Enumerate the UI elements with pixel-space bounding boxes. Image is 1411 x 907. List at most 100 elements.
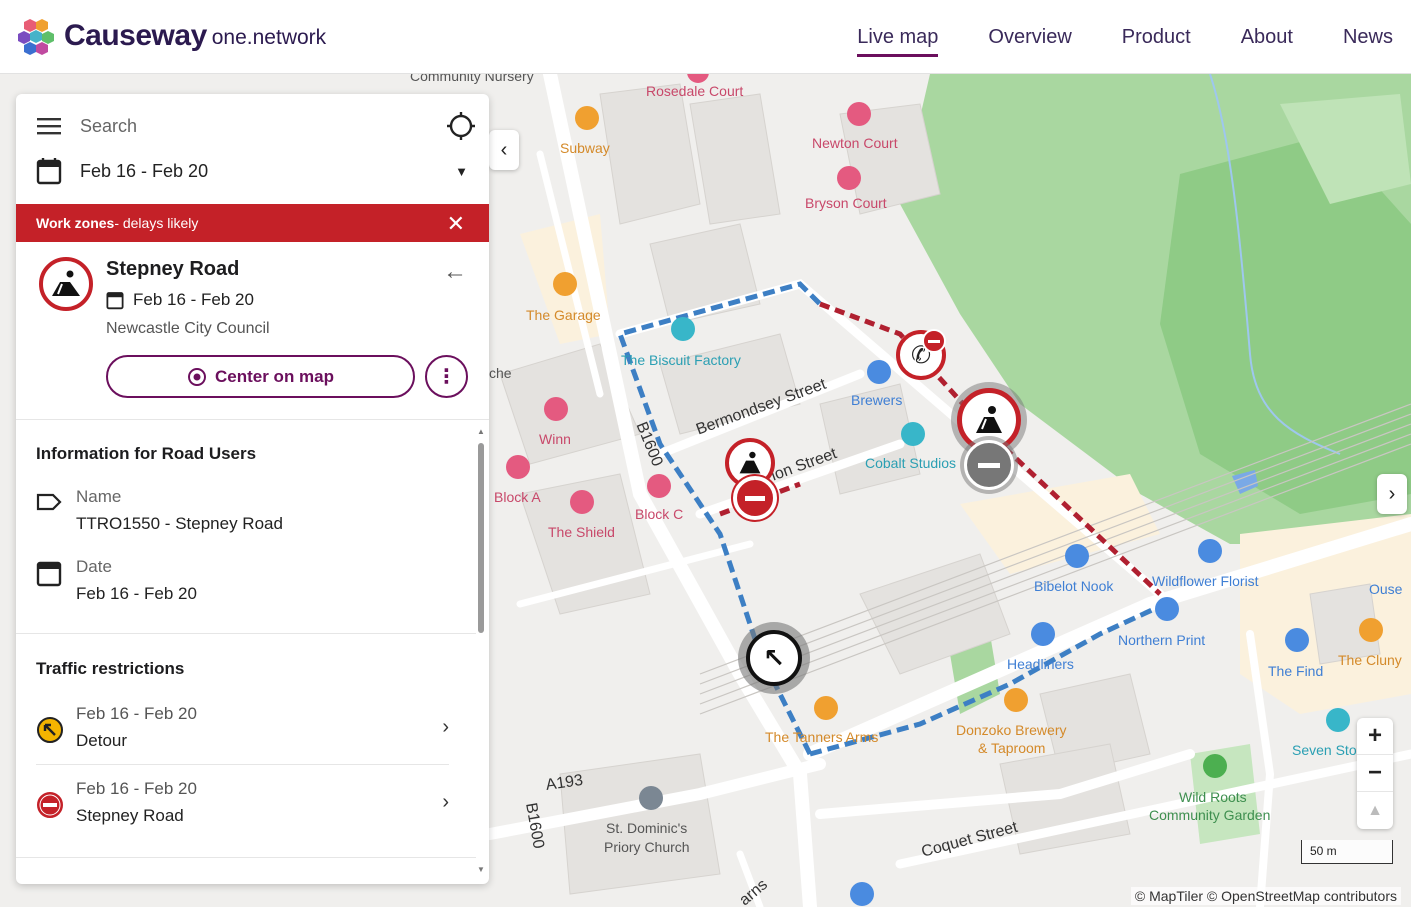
scale-bar: 50 m (1301, 840, 1393, 864)
restriction-name: Stepney Road (76, 806, 184, 825)
restriction-item-stepney-road[interactable]: Feb 16 - Feb 20 Stepney Road › (36, 779, 449, 849)
poi-subway[interactable]: Subway (560, 140, 610, 156)
date-range-value: Feb 16 - Feb 20 (80, 160, 209, 181)
nav-about[interactable]: About (1241, 26, 1293, 49)
locate-icon[interactable] (446, 111, 476, 141)
poi-northern-print[interactable]: Northern Print (1118, 632, 1205, 648)
section-divider (16, 633, 476, 634)
causeway-logo[interactable]: Causeway one.network (16, 14, 326, 58)
name-field: Name TTRO1550 - Stepney Road (36, 487, 456, 537)
poi-headliners[interactable]: Headliners (1007, 656, 1074, 672)
no-entry-badge-icon (922, 329, 946, 353)
detour-icon (37, 717, 63, 743)
restrictions-heading: Traffic restrictions (36, 659, 185, 678)
poi-community-nursery[interactable]: Community Nursery (410, 74, 534, 84)
scroll-thumb[interactable] (478, 443, 484, 633)
poi-priory-church: Priory Church (604, 839, 690, 855)
incident-dates: Feb 16 - Feb 20 (106, 290, 254, 310)
dropdown-caret-icon[interactable]: ▼ (455, 164, 468, 179)
zoom-controls: + − ▲ (1357, 718, 1393, 829)
more-options-button[interactable]: ⋮ (425, 355, 468, 398)
poi-donzoko-brewery[interactable]: Donzoko Brewery (956, 722, 1067, 738)
restriction-dates: Feb 16 - Feb 20 (76, 704, 197, 723)
item-divider (36, 764, 449, 765)
poi-partial-label: che (489, 365, 512, 381)
nav-overview[interactable]: Overview (988, 26, 1071, 49)
poi-tanners-arms[interactable]: The Tanners Arms (765, 729, 878, 745)
poi-winn[interactable]: Winn (539, 431, 571, 447)
incident-detail: Stepney Road Feb 16 - Feb 20 Newcastle C… (16, 242, 489, 420)
roadworks-icon-small (739, 451, 761, 474)
poi-the-cluny[interactable]: The Cluny (1338, 652, 1402, 668)
poi-bibelot-nook[interactable]: Bibelot Nook (1034, 578, 1113, 594)
scrollbar[interactable]: ▲ ▼ (477, 427, 485, 875)
chevron-right-icon: › (442, 716, 449, 738)
chevron-right-icon: › (1388, 482, 1396, 505)
poi-the-find[interactable]: The Find (1268, 663, 1323, 679)
poi-block-c[interactable]: Block C (635, 506, 683, 522)
search-input[interactable]: Search (80, 116, 446, 137)
date-field: Date Feb 16 - Feb 20 (36, 557, 456, 607)
poi-cobalt-studios[interactable]: Cobalt Studios (865, 455, 956, 471)
poi-donzoko-taproom: & Taproom (978, 740, 1046, 756)
calendar-field-icon (36, 561, 62, 587)
roadworks-sign-icon (39, 257, 93, 311)
poi-brewers[interactable]: Brewers (851, 392, 902, 408)
poi-community-garden: Community Garden (1149, 807, 1271, 823)
poi-the-shield[interactable]: The Shield (548, 524, 615, 540)
poi-bryson-court[interactable]: Bryson Court (805, 195, 887, 211)
zoom-out-button[interactable]: − (1357, 755, 1393, 792)
search-bar[interactable]: Search (36, 112, 476, 140)
closure-grey-marker[interactable] (964, 440, 1014, 490)
more-vertical-icon: ⋮ (436, 366, 457, 388)
item-divider (16, 857, 476, 858)
poi-biscuit-factory[interactable]: The Biscuit Factory (621, 352, 741, 368)
no-entry-icon (37, 792, 63, 818)
chevron-right-icon: › (442, 791, 449, 813)
poi-newton-court[interactable]: Newton Court (812, 135, 898, 151)
details-scroll-area[interactable]: Information for Road Users Name TTRO1550… (16, 421, 489, 884)
poi-ouse[interactable]: Ouse (1369, 581, 1402, 597)
logo-mark-icon (18, 19, 54, 55)
map-attribution[interactable]: © MapTiler © OpenStreetMap contributors (1130, 887, 1401, 905)
no-entry-marker[interactable] (733, 476, 777, 520)
incident-date-value: Feb 16 - Feb 20 (133, 290, 254, 309)
poi-block-a[interactable]: Block A (494, 489, 541, 505)
restriction-dates: Feb 16 - Feb 20 (76, 779, 197, 798)
nav-product[interactable]: Product (1122, 26, 1191, 49)
compass-button[interactable]: ▲ (1357, 792, 1393, 829)
poi-the-garage[interactable]: The Garage (526, 307, 601, 323)
side-panel: Search Feb 16 - Feb 20 ▼ Work zones - de… (16, 94, 489, 884)
calendar-icon (36, 158, 62, 185)
menu-icon[interactable] (36, 116, 62, 136)
scroll-up-icon[interactable]: ▲ (477, 427, 485, 436)
name-value: TTRO1550 - Stepney Road (76, 514, 283, 533)
poi-st-dominics[interactable]: St. Dominic's (606, 820, 687, 836)
work-zones-banner: Work zones - delays likely ✕ (16, 204, 489, 242)
chevron-left-icon: ‹ (500, 138, 508, 161)
poi-seven-stories[interactable]: Seven Sto (1292, 742, 1357, 758)
close-icon[interactable]: ✕ (447, 211, 465, 237)
nav-live-map[interactable]: Live map (857, 26, 939, 57)
nav-news[interactable]: News (1343, 26, 1393, 49)
back-arrow-icon[interactable]: ← (443, 258, 467, 286)
calendar-small-icon (106, 292, 124, 310)
label-tag-icon (36, 493, 62, 511)
center-on-map-label: Center on map (214, 366, 335, 386)
restriction-name: Detour (76, 731, 128, 750)
date-filter[interactable]: Feb 16 - Feb 20 ▼ (36, 156, 476, 186)
poi-rosedale-court[interactable]: Rosedale Court (646, 83, 743, 99)
zoom-in-button[interactable]: + (1357, 718, 1393, 755)
brand-sub: one.network (211, 26, 327, 49)
name-label: Name (76, 487, 122, 506)
date-value: Feb 16 - Feb 20 (76, 584, 197, 603)
center-on-map-button[interactable]: Center on map (106, 355, 415, 398)
detour-marker[interactable]: ↖ (746, 630, 802, 686)
collapse-panel-button[interactable]: ‹ (489, 130, 519, 170)
incident-title: Stepney Road (106, 258, 240, 280)
expand-right-button[interactable]: › (1377, 474, 1407, 514)
roadworks-icon (976, 406, 1003, 433)
scroll-down-icon[interactable]: ▼ (477, 865, 485, 874)
poi-wild-roots[interactable]: Wild Roots (1179, 789, 1247, 805)
poi-wildflower-florist[interactable]: Wildflower Florist (1152, 573, 1259, 589)
